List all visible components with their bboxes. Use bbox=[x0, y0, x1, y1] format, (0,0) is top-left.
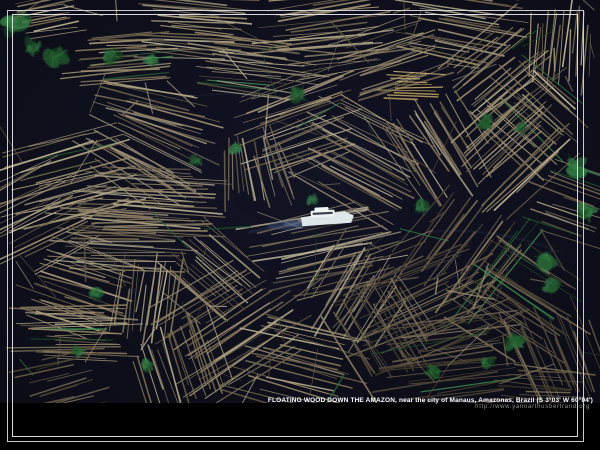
photo-title: FLOATING WOOD DOWN THE AMAZON, near the … bbox=[268, 397, 593, 404]
aerial-photo-svg bbox=[0, 0, 600, 403]
photo-credit-url: http://www.yannarthusbertrand.org bbox=[268, 404, 593, 411]
photo-caption-block: FLOATING WOOD DOWN THE AMAZON, near the … bbox=[268, 397, 593, 411]
boat-roof bbox=[314, 207, 328, 212]
vignette bbox=[0, 0, 600, 403]
wallpaper: { "caption": { "title": "FLOATING WOOD D… bbox=[0, 0, 600, 450]
amazon-log-raft-photo bbox=[0, 0, 600, 403]
